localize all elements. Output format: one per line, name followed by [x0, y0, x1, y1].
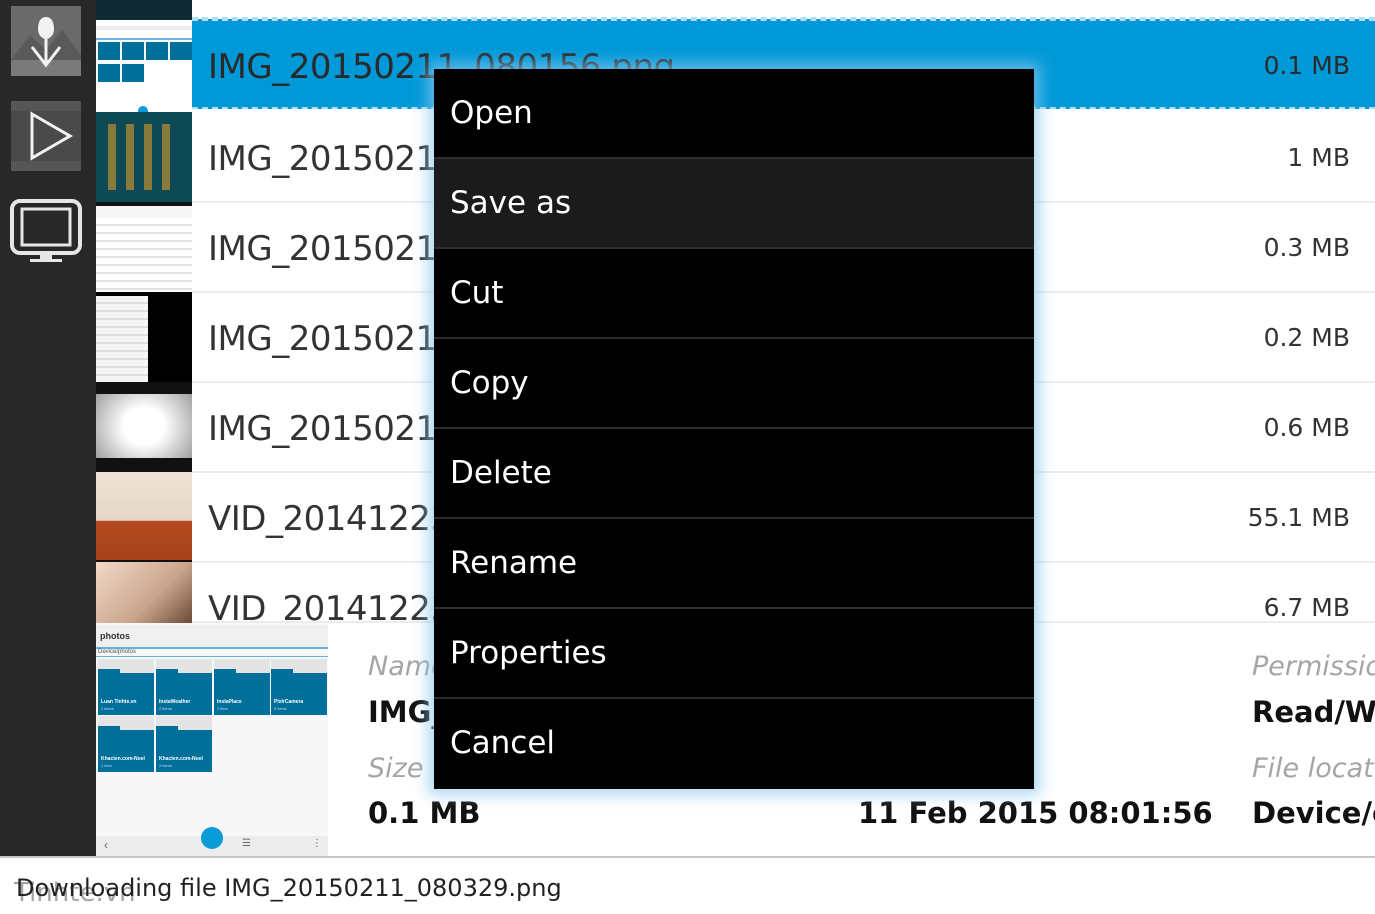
- file-size: 55.1 MB: [1247, 503, 1350, 532]
- menu-item-cut[interactable]: Cut: [434, 249, 1034, 339]
- preview-folder: Luan Tinhte.vn 2 items: [98, 659, 154, 715]
- preview-title: photos: [96, 625, 328, 649]
- context-menu: Open Save as Cut Copy Delete Rename Prop…: [434, 69, 1034, 789]
- menu-item-delete[interactable]: Delete: [434, 429, 1034, 519]
- file-name: IMG_20150211: [208, 319, 458, 359]
- video-play-icon: [11, 101, 81, 171]
- search-icon: [201, 827, 223, 849]
- permission-value: Read/Wr: [1252, 695, 1375, 729]
- menu-item-rename[interactable]: Rename: [434, 519, 1034, 609]
- back-icon: ‹: [104, 838, 108, 852]
- sidebar: [0, 0, 96, 856]
- menu-item-cancel[interactable]: Cancel: [434, 699, 1034, 789]
- location-value: Device/c: [1252, 796, 1375, 830]
- preview-folder: PixlrCamera 0 items: [271, 659, 327, 715]
- list-view-icon: ☰: [242, 838, 251, 849]
- monitor-icon: [10, 199, 82, 262]
- thumbnail-row-5[interactable]: [96, 382, 192, 470]
- preview-path: Device/photos: [96, 649, 328, 657]
- thumbnail-row-1[interactable]: [96, 20, 192, 112]
- thumbnail-row-3[interactable]: [96, 202, 192, 292]
- menu-item-properties[interactable]: Properties: [434, 609, 1034, 699]
- status-bar: Tinhte.vn Downloading file IMG_20150211_…: [0, 856, 1375, 914]
- file-name: VID_20141223_: [208, 499, 469, 539]
- file-name: IMG_20150211: [208, 409, 458, 449]
- menu-item-open[interactable]: Open: [434, 69, 1034, 159]
- permission-label: Permission: [1252, 651, 1375, 682]
- thumbnail-row-2[interactable]: [96, 112, 192, 202]
- file-name: IMG_20150211: [208, 229, 458, 269]
- status-text: Downloading file IMG_20150211_080329.png: [16, 874, 562, 902]
- preview-folder: InstaWeather 2 items: [156, 659, 212, 715]
- thumbnail-row-0-top: [96, 0, 192, 20]
- file-name: IMG_20150211: [208, 139, 458, 179]
- file-size: 1 MB: [1287, 143, 1350, 172]
- thumbnail-strip: [96, 0, 192, 623]
- file-preview: photos Device/photos Luan Tinhte.vn 2 it…: [96, 623, 328, 856]
- date-value: 11 Feb 2015 08:01:56: [858, 796, 1213, 830]
- size-value: 0.1 MB: [368, 796, 481, 830]
- preview-folder: Khacten.com-Noel 2 items: [156, 716, 212, 772]
- file-size: 0.2 MB: [1263, 323, 1350, 352]
- sidebar-item-photos[interactable]: [10, 5, 82, 77]
- file-size: 0.3 MB: [1263, 233, 1350, 262]
- thumbnail-row-4[interactable]: [96, 292, 192, 382]
- size-label: Size: [368, 753, 424, 784]
- preview-folder: InstaPlace 1 item: [214, 659, 270, 715]
- sidebar-item-videos[interactable]: [10, 100, 82, 172]
- file-size: 6.7 MB: [1263, 593, 1350, 622]
- overflow-icon: ⋮: [312, 838, 322, 849]
- thumbnail-row-7[interactable]: [96, 562, 192, 623]
- menu-item-save-as[interactable]: Save as: [434, 159, 1034, 249]
- sidebar-item-screen[interactable]: [10, 195, 82, 267]
- file-size: 0.1 MB: [1263, 51, 1350, 80]
- thumbnail-row-6[interactable]: [96, 472, 192, 560]
- file-size: 0.6 MB: [1263, 413, 1350, 442]
- photo-icon: [11, 6, 81, 76]
- preview-folder: Khacten.com-Noel 1 item: [98, 716, 154, 772]
- location-label: File locatio: [1252, 753, 1375, 784]
- menu-item-copy[interactable]: Copy: [434, 339, 1034, 429]
